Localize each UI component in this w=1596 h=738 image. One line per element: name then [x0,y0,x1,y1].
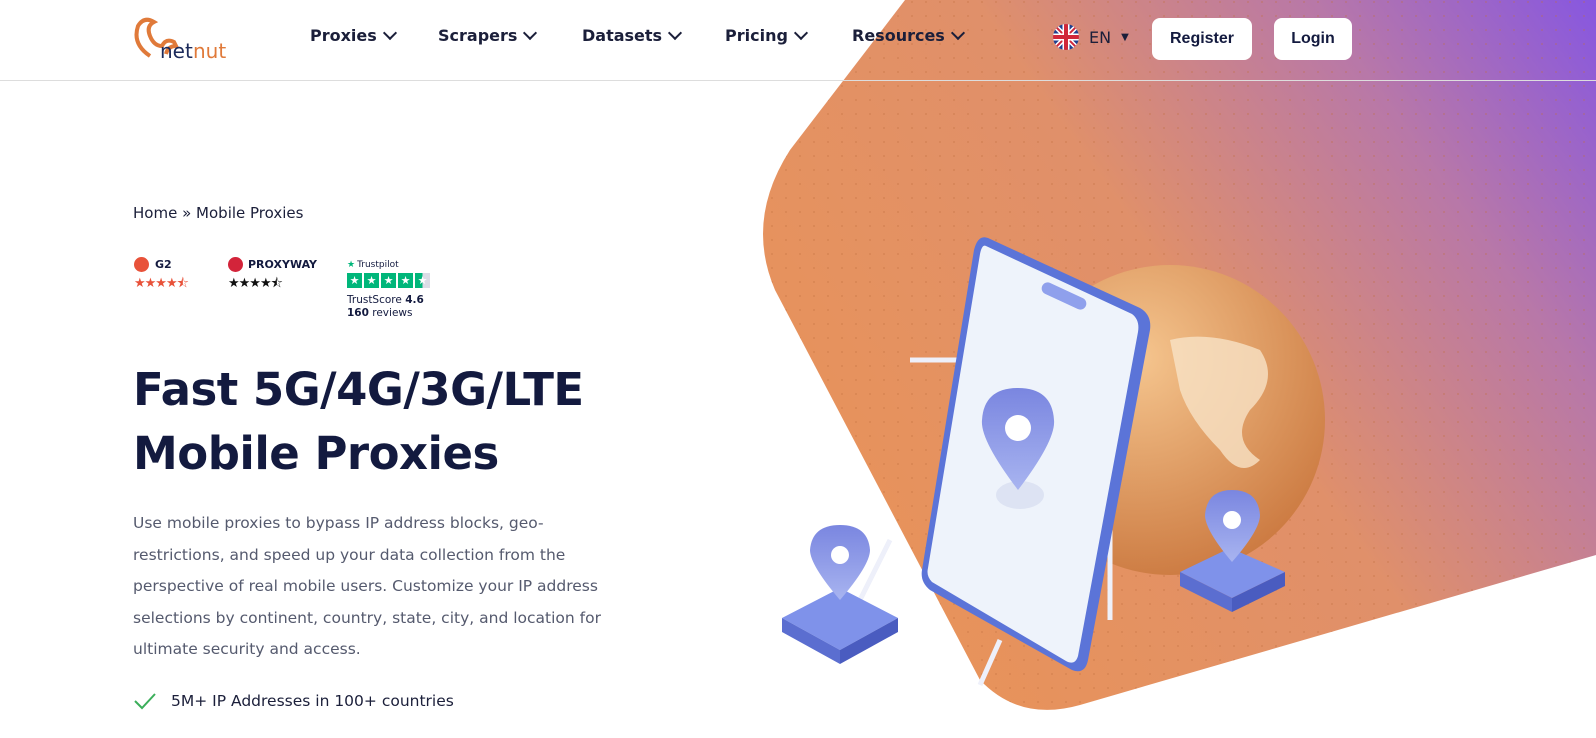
nav-datasets[interactable]: Datasets [582,25,683,45]
g2-stars: ★★★★⯪ [134,276,189,291]
trustpilot-label: Trustpilot [357,260,399,270]
chevron-down-icon [668,25,683,41]
feature-item: 5M+ IP Addresses in 100+ countries [133,692,454,710]
nav-label: Scrapers [438,26,518,45]
language-selector[interactable]: EN ▼ [1053,24,1129,50]
checkmark-icon [134,693,156,710]
trustpilot-star-icon: ★ [347,260,356,270]
nav-label: Resources [852,26,945,45]
netnut-logo[interactable]: net nut [132,16,232,63]
language-label: EN [1089,27,1112,47]
site-header: net nut Proxies Scrapers Datasets Pricin… [0,0,1596,81]
breadcrumb-current: Mobile Proxies [196,204,304,222]
mobile-proxy-illustration [782,237,1325,687]
proxyway-rating-badge[interactable]: PROXYWAY ★★★★⯪ [228,257,317,296]
squirrel-icon: net nut [134,17,226,63]
proxyway-label: PROXYWAY [248,258,318,271]
chevron-down-icon [950,25,965,41]
proxyway-logo-icon [228,257,243,272]
chevron-down-icon [523,25,538,41]
nav-label: Proxies [310,26,377,45]
uk-flag-icon [1053,24,1079,50]
trustpilot-rating-badge[interactable]: ★ Trustpilot ★ ★ ★ ★ ★ TrustScore 4.6 160… [347,260,430,320]
hero-description: Use mobile proxies to bypass IP address … [133,514,601,658]
caret-down-icon: ▼ [1121,31,1129,43]
review-count: 160 reviews [347,307,413,319]
nav-scrapers[interactable]: Scrapers [438,25,538,45]
svg-text:nut: nut [193,39,226,62]
trustscore: TrustScore 4.6 [347,294,424,306]
chevron-down-icon [382,25,397,41]
g2-logo-icon [134,257,149,272]
nav-proxies[interactable]: Proxies [310,25,397,45]
trustpilot-stars: ★ ★ ★ ★ ★ [347,273,430,288]
login-button[interactable]: Login [1274,18,1352,60]
register-button[interactable]: Register [1152,18,1252,60]
chevron-down-icon [793,25,808,41]
feature-text: 5M+ IP Addresses in 100+ countries [171,692,454,710]
nav-label: Datasets [582,26,663,45]
breadcrumb-home[interactable]: Home [133,204,177,222]
nav-label: Pricing [725,26,788,45]
page-title: Fast 5G/4G/3G/LTE Mobile Proxies [133,363,584,480]
nav-pricing[interactable]: Pricing [725,25,808,45]
location-block-left [782,525,898,664]
breadcrumb: Home » Mobile Proxies [133,204,303,222]
nav-resources[interactable]: Resources [852,25,965,45]
proxyway-stars: ★★★★⯪ [228,276,283,291]
breadcrumb-separator: » [182,204,192,222]
svg-text:net: net [160,39,193,62]
g2-rating-badge[interactable]: G2 ★★★★⯪ [134,257,189,296]
g2-label: G2 [155,258,172,271]
